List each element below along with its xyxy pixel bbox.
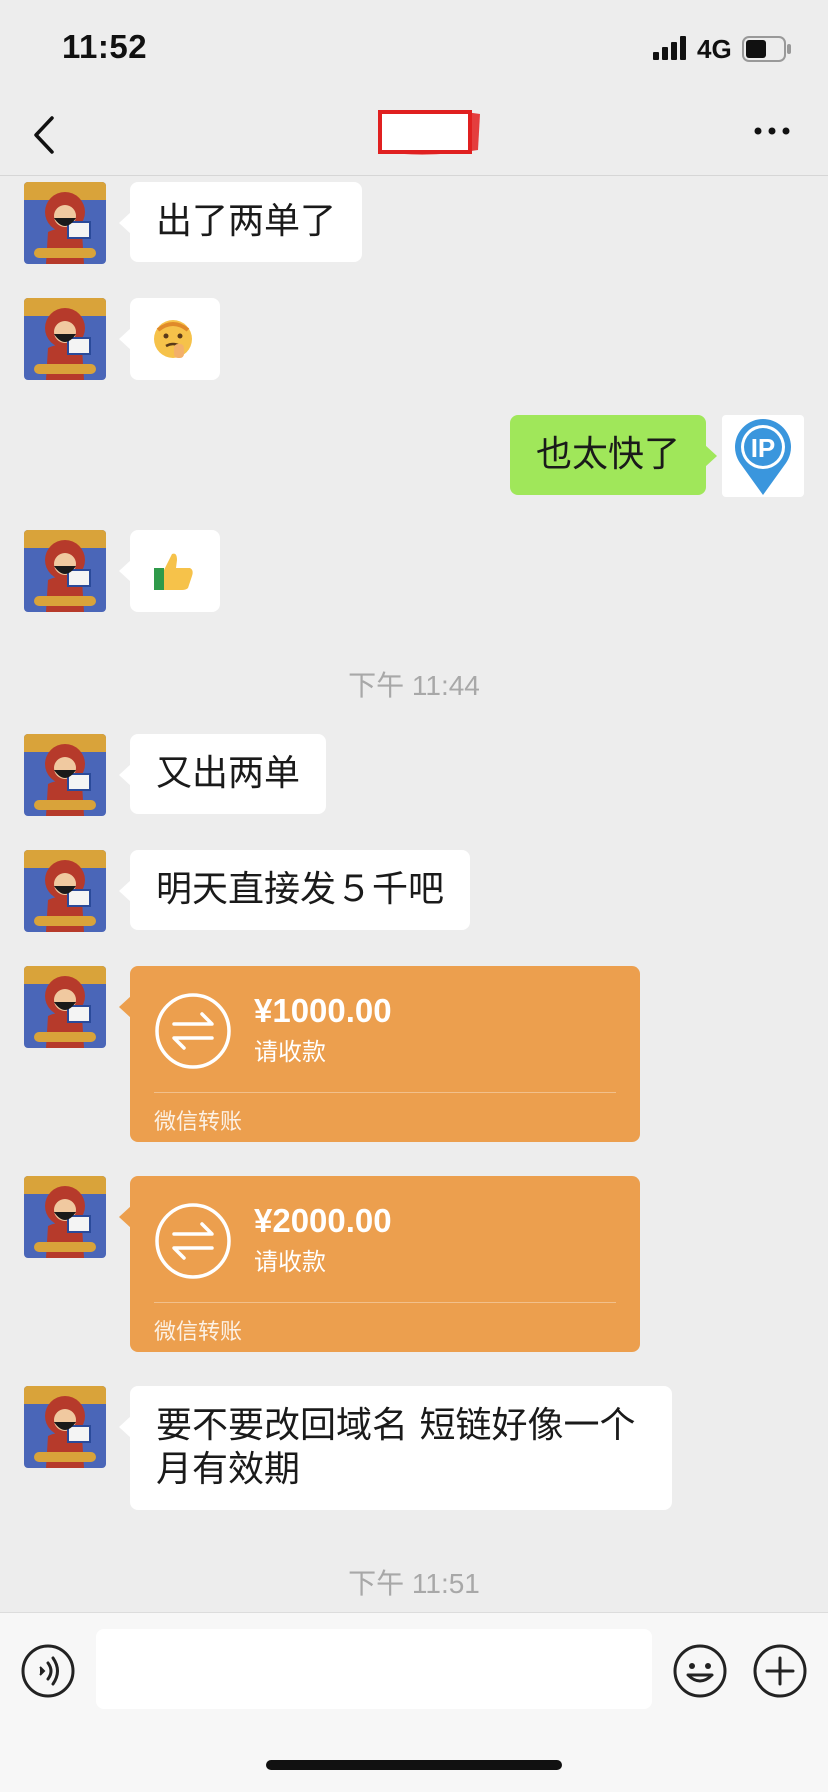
- timestamp: 下午 11:44: [348, 670, 480, 701]
- plus-icon[interactable]: [752, 1643, 808, 1699]
- message-bubble[interactable]: [119, 298, 220, 380]
- avatar[interactable]: [24, 530, 106, 612]
- avatar[interactable]: [24, 1386, 106, 1468]
- transfer-icon: [155, 993, 231, 1069]
- transfer-amount: ¥2000.00: [254, 1202, 392, 1239]
- chat-header: [0, 96, 828, 176]
- thumbs-up-emoji: [154, 553, 193, 590]
- redacted-title: [378, 110, 480, 155]
- avatar[interactable]: [24, 966, 106, 1048]
- status-time: 11:52: [62, 28, 148, 65]
- message-bubble[interactable]: 明天直接发５千吧: [118, 850, 471, 930]
- avatar[interactable]: [24, 182, 106, 264]
- message-bubble[interactable]: 又出两单: [118, 734, 327, 814]
- avatar[interactable]: [24, 1176, 106, 1258]
- home-indicator[interactable]: [266, 1760, 562, 1770]
- transfer-divider: [154, 1092, 616, 1093]
- avatar[interactable]: [24, 298, 106, 380]
- smiley-icon[interactable]: [672, 1643, 728, 1699]
- transfer-note: 请收款: [254, 1248, 326, 1276]
- chevron-left-icon[interactable]: [26, 110, 66, 160]
- my-message-bubble[interactable]: 也太快了: [510, 415, 718, 495]
- timestamp: 下午 11:51: [348, 1568, 480, 1599]
- transfer-card[interactable]: ¥2000.00 请收款 微信转账: [119, 1176, 640, 1352]
- more-dots-icon[interactable]: [752, 124, 792, 138]
- transfer-note: 请收款: [254, 1038, 326, 1066]
- message-bubble[interactable]: [119, 530, 220, 612]
- voice-icon[interactable]: [20, 1643, 76, 1699]
- avatar[interactable]: [24, 850, 106, 932]
- transfer-footer: 微信转账: [154, 1110, 243, 1135]
- transfer-icon: [155, 1203, 231, 1279]
- message-bubble[interactable]: 出了两单了: [118, 182, 363, 262]
- battery-icon: [742, 36, 791, 62]
- transfer-footer: 微信转账: [154, 1320, 243, 1345]
- avatar[interactable]: [24, 734, 106, 816]
- my-avatar-label: IP: [751, 433, 776, 463]
- network-type: 4G: [697, 34, 732, 64]
- signal-icon: [653, 36, 686, 60]
- transfer-amount: ¥1000.00: [254, 992, 392, 1029]
- transfer-divider: [154, 1302, 616, 1303]
- my-avatar[interactable]: IP: [722, 415, 804, 497]
- transfer-card[interactable]: ¥1000.00 请收款 微信转账: [119, 966, 640, 1142]
- message-bubble[interactable]: 要不要改回域名 短链好像一个月有效期: [119, 1386, 672, 1510]
- thinking-face-emoji: [154, 320, 192, 358]
- message-input[interactable]: [96, 1629, 652, 1709]
- status-bar: 11:52 4G: [0, 0, 828, 96]
